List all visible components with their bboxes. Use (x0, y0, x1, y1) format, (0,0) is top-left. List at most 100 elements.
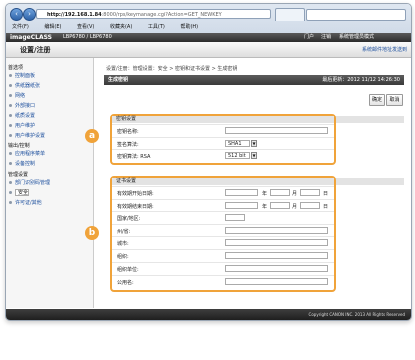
copyright: Copyright CANON INC. 2013 All Rights Res… (308, 312, 405, 317)
org-unit-label: 组织单位: (117, 267, 139, 273)
section-header-bg (334, 178, 404, 185)
ok-button[interactable]: 确定 (369, 94, 385, 106)
section-header-bg (334, 116, 404, 123)
bullet-icon (9, 74, 12, 77)
org-label: 组织: (117, 254, 129, 260)
sig-algo-label: 签名算法: (117, 142, 139, 148)
url-host: http://192.168.1.84 (47, 12, 102, 18)
org-row: 组织: (112, 249, 334, 262)
sidebar-item[interactable]: 用户维护设置 (15, 132, 45, 139)
start-day-input[interactable] (300, 189, 320, 196)
day-unit: 日 (323, 204, 329, 210)
common-name-row: 公用名: (112, 275, 334, 288)
browser-tab[interactable] (275, 8, 305, 21)
forward-button[interactable]: › (23, 8, 36, 21)
page-header: 设置/注册 系统邮件地址发送到 (6, 42, 411, 58)
menu-help[interactable]: 帮助(H) (180, 24, 198, 30)
org-input[interactable] (225, 252, 328, 259)
menu-tools[interactable]: 工具(T) (148, 24, 165, 30)
panel-title-bar: 生成密钥 最后更新：2012 11/12 14:26:30 (104, 75, 404, 85)
menu-file[interactable]: 文件(F) (12, 24, 29, 30)
cert-settings-section: 证书设置 有效期开始日期: 年 月 日 有效期结束日期: 年 月 日 国家/地区… (110, 176, 336, 292)
country-input[interactable] (225, 214, 245, 221)
app-header: imageCLASS LBP6780 / LBP6780 门户 注销 系统管理员… (6, 33, 411, 42)
key-length-select[interactable]: 512 bit (225, 152, 250, 159)
city-row: 城市: (112, 236, 334, 249)
year-unit: 年 (262, 191, 268, 197)
cancel-button[interactable]: 取消 (386, 94, 403, 106)
sidebar-item[interactable]: 许可证/其他 (15, 199, 42, 206)
start-date-row: 有效期开始日期: 年 月 日 (112, 186, 334, 199)
sig-algo-select[interactable]: SHA1 (225, 140, 250, 147)
logout-link[interactable]: 注销 (321, 33, 331, 42)
end-day-input[interactable] (300, 202, 320, 209)
country-label: 国家/地区: (117, 216, 141, 222)
last-updated: 最后更新：2012 11/12 14:26:30 (322, 77, 400, 83)
sidebar-group-prefs: 首选项 (8, 65, 24, 71)
browser-window: ‹ › http://192.168.1.84:8000/rps/keymana… (5, 3, 412, 321)
state-label: 州/省: (117, 229, 131, 235)
sidebar-item[interactable]: 部门识别码管理 (15, 179, 50, 186)
bullet-icon (9, 201, 12, 204)
sidebar-item[interactable]: 应用程序菜单 (15, 150, 45, 157)
sidebar-item[interactable]: 外部接口 (15, 102, 35, 109)
page-title: 设置/注册 (20, 46, 51, 54)
bullet-icon (9, 134, 12, 137)
end-month-input[interactable] (270, 202, 290, 209)
bullet-icon (9, 152, 12, 155)
sidebar-item[interactable]: 供纸器纸张 (15, 82, 40, 89)
start-month-input[interactable] (270, 189, 290, 196)
menu-favorites[interactable]: 收藏夹(A) (110, 24, 132, 30)
menu-edit[interactable]: 编辑(E) (44, 24, 61, 30)
year-unit: 年 (262, 204, 268, 210)
bullet-icon (9, 124, 12, 127)
key-algo-label: 密钥算法: RSA (117, 154, 151, 160)
url-path: :8000/rps/keymanage.cgi?Action=GET_NEWKE… (101, 12, 222, 18)
sidebar-item[interactable]: 用户维护 (15, 122, 35, 129)
sidebar-item[interactable]: 控制面板 (15, 72, 35, 79)
start-date-label: 有效期开始日期: (117, 191, 154, 197)
sidebar-item[interactable]: 设备控制 (15, 160, 35, 167)
month-unit: 月 (292, 204, 298, 210)
bullet-icon (9, 162, 12, 165)
state-input[interactable] (225, 227, 328, 234)
key-settings-section: 密钥设置 密钥名称: 签名算法: SHA1 ▼ 密钥算法: RSA 512 bi… (110, 114, 336, 165)
city-label: 城市: (117, 241, 129, 247)
org-unit-input[interactable] (225, 265, 328, 272)
city-input[interactable] (225, 239, 328, 246)
bullet-icon (9, 94, 12, 97)
key-settings-title: 密钥设置 (116, 116, 137, 122)
portal-link[interactable]: 门户 (304, 33, 314, 42)
panel-title: 生成密钥 (108, 77, 129, 83)
callout-b-badge: b (85, 226, 99, 240)
device-name: LBP6780 / LBP6780 (63, 34, 112, 40)
day-unit: 日 (323, 191, 329, 197)
start-year-input[interactable] (225, 189, 258, 196)
callout-a-badge: a (85, 129, 99, 143)
bullet-icon (9, 114, 12, 117)
key-name-row: 密钥名称: (112, 124, 334, 137)
sidebar-group-manage: 管理设置 (8, 172, 29, 178)
bullet-icon (9, 84, 12, 87)
key-name-input[interactable] (225, 127, 328, 134)
search-input[interactable] (306, 9, 406, 21)
chevron-down-icon[interactable]: ▼ (251, 152, 257, 159)
common-name-input[interactable] (225, 278, 328, 285)
menu-view[interactable]: 查看(V) (77, 24, 94, 30)
common-name-label: 公用名: (117, 280, 134, 286)
breadcrumb: 设置/注册：管理设置：安全 > 密钥和证书设置 > 生成密钥 (106, 66, 238, 72)
sidebar-item[interactable]: 网络 (15, 92, 25, 99)
key-name-label: 密钥名称: (117, 129, 139, 135)
chevron-down-icon[interactable]: ▼ (251, 140, 257, 147)
key-settings-header: 密钥设置 (112, 116, 334, 123)
address-bar[interactable]: http://192.168.1.84:8000/rps/keymanage.c… (36, 9, 271, 19)
sidebar-group-output: 输出/控制 (8, 143, 30, 149)
mail-link[interactable]: 系统邮件地址发送到 (362, 46, 407, 53)
bullet-icon (9, 191, 12, 194)
main-content: 设置/注册：管理设置：安全 > 密钥和证书设置 > 生成密钥 生成密钥 最后更新… (100, 58, 408, 308)
sidebar-item[interactable]: 纸质设置 (15, 112, 35, 119)
back-button[interactable]: ‹ (10, 8, 23, 21)
menu-bar: 文件(F) 编辑(E) 查看(V) 收藏夹(A) 工具(T) 帮助(H) (6, 23, 411, 32)
end-year-input[interactable] (225, 202, 258, 209)
sidebar-item-security[interactable]: 安全 (15, 189, 30, 196)
